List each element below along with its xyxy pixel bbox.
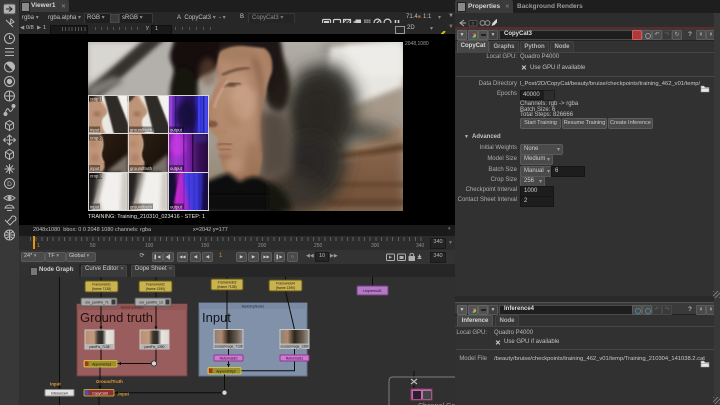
svg-text:Unpremult1: Unpremult1 xyxy=(363,289,382,293)
svg-text:D: D xyxy=(7,181,12,188)
svg-text:FrameHold3: FrameHold3 xyxy=(218,281,237,285)
svg-text:pantFix_1390: pantFix_1390 xyxy=(145,345,165,349)
svg-text:(frame 7138): (frame 7138) xyxy=(92,287,111,291)
svg-text:groundtruth: groundtruth xyxy=(130,128,153,133)
svg-text:crop 3: crop 3 xyxy=(90,174,103,179)
svg-text:groundtruth: groundtruth xyxy=(130,205,153,210)
svg-text:BackdropNode1: BackdropNode1 xyxy=(242,305,265,309)
svg-text:(frame 7138): (frame 7138) xyxy=(217,285,236,289)
svg-text:ore_pantFix_13: ore_pantFix_13 xyxy=(139,301,163,305)
svg-text:sourceImage_7138: sourceImage_7138 xyxy=(214,345,242,349)
svg-text:Reformat10: Reformat10 xyxy=(220,357,238,361)
svg-text:sourceImage_1390: sourceImage_1390 xyxy=(280,345,308,349)
svg-text:CopyCat3: CopyCat3 xyxy=(92,392,108,396)
svg-text:AppendClip1: AppendClip1 xyxy=(92,363,112,367)
svg-text:output: output xyxy=(170,205,183,210)
svg-text:Input: Input xyxy=(50,382,61,387)
svg-text:FrameHold4: FrameHold4 xyxy=(276,282,295,286)
svg-text:input: input xyxy=(90,205,100,210)
svg-text:crop 1: crop 1 xyxy=(90,97,103,102)
svg-text:input: input xyxy=(90,128,100,133)
svg-text:FrameHold2: FrameHold2 xyxy=(146,283,165,287)
svg-text:input: input xyxy=(90,166,100,171)
svg-text:crop 2: crop 2 xyxy=(90,136,103,141)
svg-text:Ground truth: Ground truth xyxy=(80,310,153,325)
svg-text:Inference4: Inference4 xyxy=(51,392,68,396)
svg-text:.input: .input xyxy=(117,392,129,397)
svg-text:GroundTruth: GroundTruth xyxy=(96,379,123,384)
svg-text:Reformat11: Reformat11 xyxy=(286,357,304,361)
svg-text:FrameHold1: FrameHold1 xyxy=(92,283,111,287)
svg-text:ore_pantFix_71: ore_pantFix_71 xyxy=(85,301,109,305)
svg-text:AppendClip2: AppendClip2 xyxy=(216,370,236,374)
svg-text:output: output xyxy=(170,128,183,133)
svg-text:groundtruth: groundtruth xyxy=(130,166,153,171)
svg-text:(frame 1390): (frame 1390) xyxy=(276,286,295,290)
svg-text:pantFix_7138: pantFix_7138 xyxy=(90,345,110,349)
svg-text:(frame 1390): (frame 1390) xyxy=(146,287,165,291)
svg-text:output: output xyxy=(170,166,183,171)
